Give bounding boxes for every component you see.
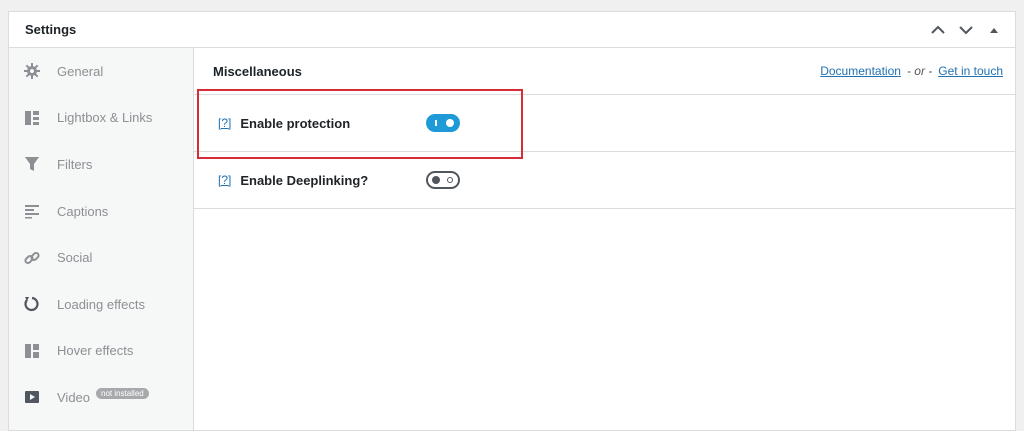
sidebar-item-label: Hover effects (57, 343, 134, 359)
setting-row-enable-protection: [?] Enable protection (194, 95, 1015, 152)
chevron-up-icon (931, 25, 945, 34)
filter-icon (23, 155, 41, 173)
hover-grid-icon (23, 342, 41, 360)
not-installed-badge: not installed (96, 387, 149, 399)
settings-content: Miscellaneous Documentation - or - Get i… (194, 48, 1015, 430)
settings-sidebar: General Lightbox & Links Filters Caption… (9, 48, 194, 430)
toggle-off-mark-icon (447, 177, 454, 183)
panel-controls (929, 21, 1003, 39)
triangle-up-icon (990, 27, 998, 33)
sidebar-item-label: General (57, 63, 104, 79)
toggle-on-mark-icon (435, 120, 437, 126)
sidebar-item-hover-effects[interactable]: Hover effects (9, 328, 193, 375)
sidebar-item-loading-effects[interactable]: Loading effects (9, 281, 193, 328)
toggle-knob (446, 119, 455, 127)
chevron-down-icon (959, 25, 973, 34)
help-link[interactable]: [?] (218, 116, 231, 130)
sidebar-item-label: Filters (57, 156, 93, 172)
move-down-button[interactable] (957, 21, 975, 39)
move-up-button[interactable] (929, 21, 947, 39)
enable-protection-toggle[interactable] (426, 114, 461, 132)
layout-icon (23, 109, 41, 127)
section-title: Miscellaneous (213, 63, 302, 79)
sidebar-item-label: Social (57, 250, 93, 266)
sidebar-item-lightbox-links[interactable]: Lightbox & Links (9, 95, 193, 142)
setting-row-enable-deeplinking: [?] Enable Deeplinking? (194, 152, 1015, 209)
setting-label: Enable protection (240, 115, 351, 131)
link-icon (23, 249, 41, 267)
links-separator: - or - (906, 64, 933, 78)
sidebar-item-label: Captions (57, 203, 109, 219)
gear-icon (23, 62, 41, 80)
panel-title: Settings (25, 22, 77, 37)
header-links: Documentation - or - Get in touch (820, 64, 1003, 78)
loading-icon (23, 295, 41, 313)
sidebar-item-filters[interactable]: Filters (9, 141, 193, 188)
setting-label: Enable Deeplinking? (240, 172, 369, 188)
sidebar-item-label: Lightbox & Links (57, 110, 153, 126)
toggle-knob (432, 176, 441, 184)
enable-deeplinking-toggle[interactable] (426, 171, 461, 189)
video-icon (23, 388, 41, 406)
settings-panel: Settings General Lightbox & Links Filter… (8, 11, 1016, 431)
content-header: Miscellaneous Documentation - or - Get i… (194, 48, 1015, 95)
sidebar-item-video[interactable]: Video not installed (9, 374, 193, 421)
captions-icon (23, 202, 41, 220)
sidebar-item-social[interactable]: Social (9, 234, 193, 281)
get-in-touch-link[interactable]: Get in touch (938, 64, 1003, 78)
documentation-link[interactable]: Documentation (820, 64, 901, 78)
sidebar-item-label: Video (57, 389, 91, 405)
collapse-toggle-button[interactable] (985, 21, 1003, 39)
help-link[interactable]: [?] (218, 173, 231, 187)
sidebar-item-general[interactable]: General (9, 48, 193, 95)
panel-header: Settings (9, 12, 1015, 48)
sidebar-item-label: Loading effects (57, 296, 145, 312)
sidebar-item-captions[interactable]: Captions (9, 188, 193, 235)
